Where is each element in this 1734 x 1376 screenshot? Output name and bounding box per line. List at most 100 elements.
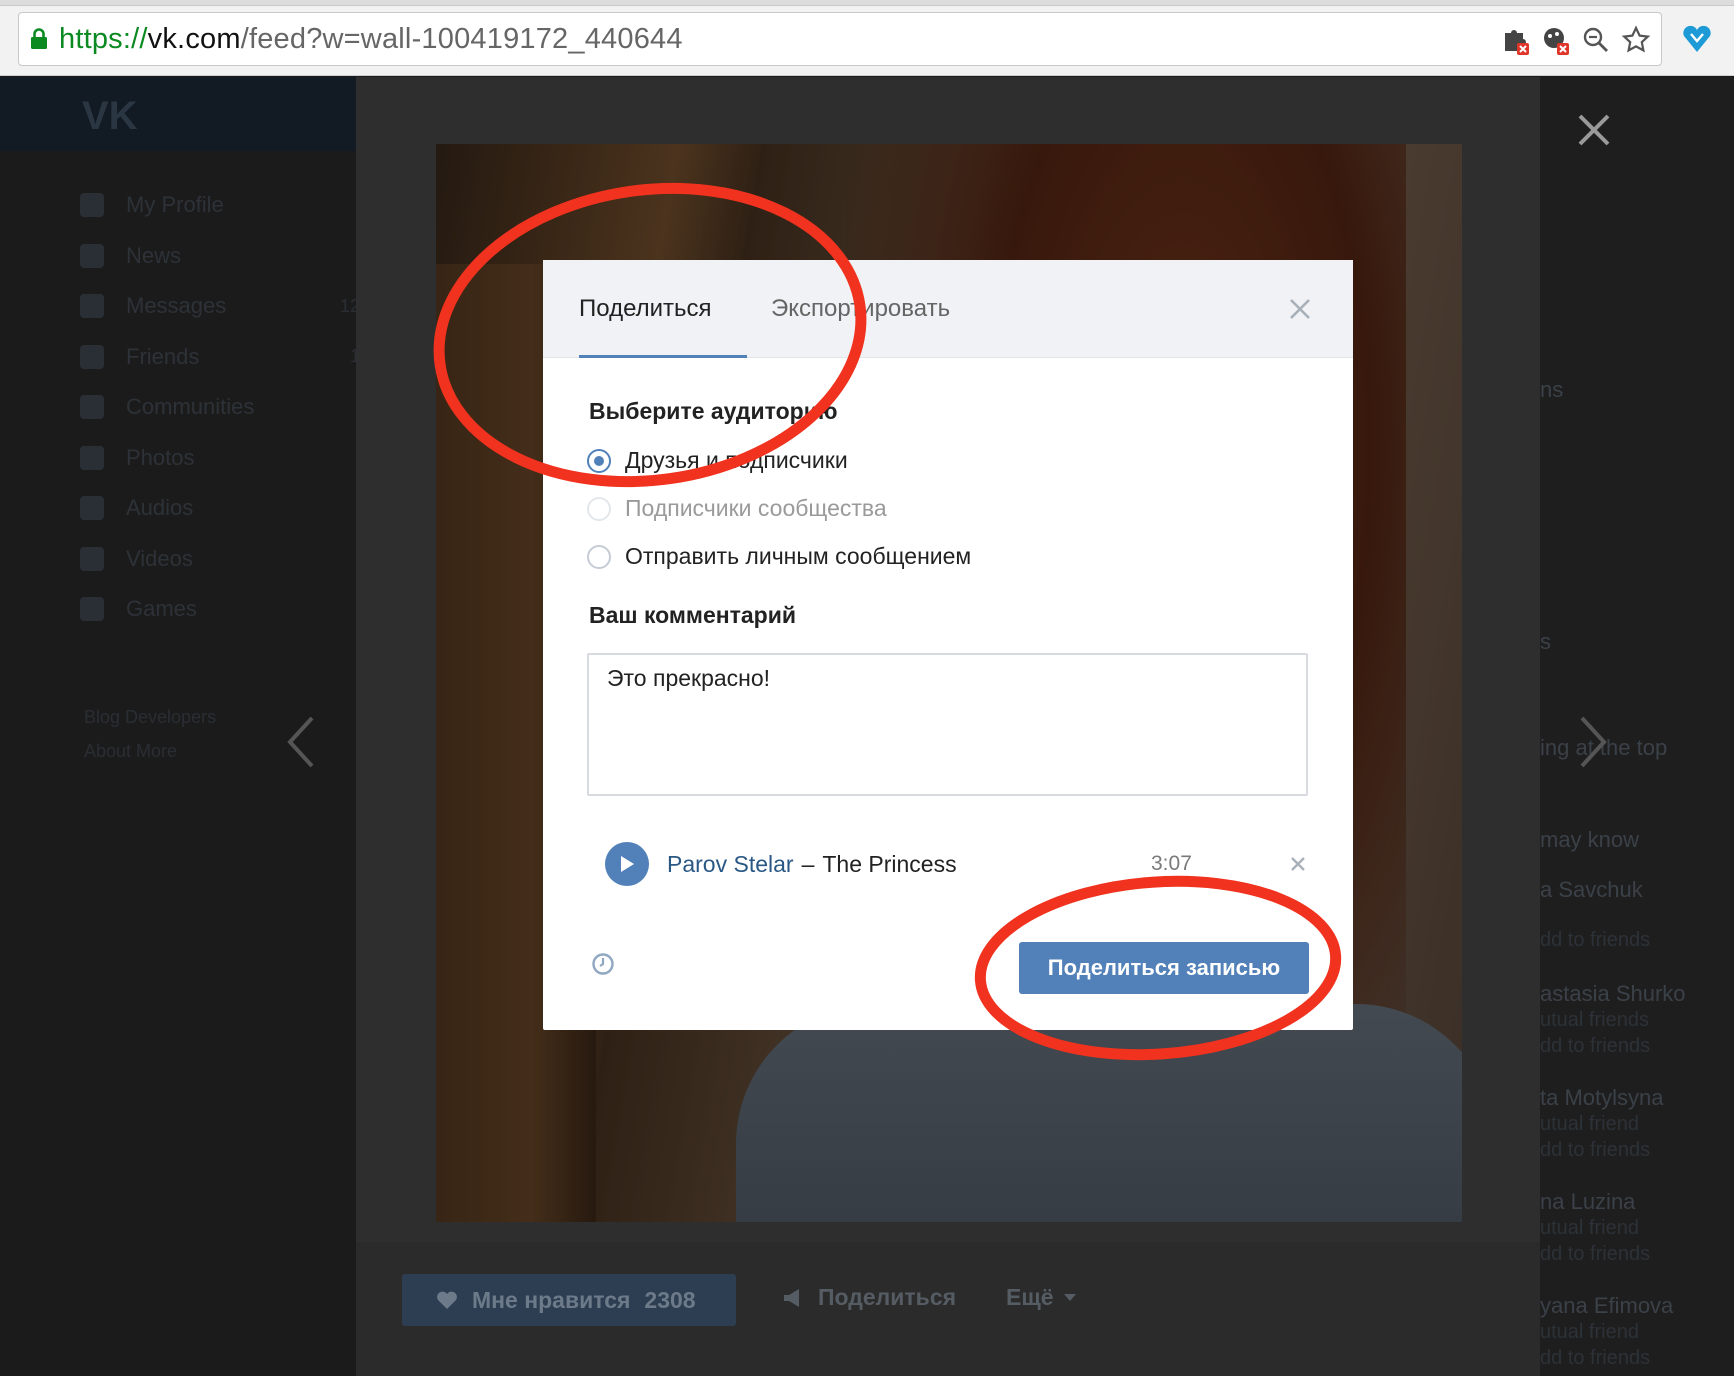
- remove-attachment-icon[interactable]: [1289, 855, 1307, 873]
- close-viewer-icon[interactable]: [1574, 110, 1614, 150]
- megaphone-icon: [784, 1288, 799, 1307]
- suggested-friend-name[interactable]: a Savchuk: [1540, 877, 1643, 903]
- extension-heart-icon[interactable]: [1680, 22, 1714, 56]
- vk-logo[interactable]: VK: [82, 94, 144, 138]
- news-icon: [80, 243, 104, 268]
- extension-blocked-icon[interactable]: [1541, 25, 1571, 55]
- audio-artist-link[interactable]: Parov Stelar: [667, 851, 794, 878]
- audience-option-label: Подписчики сообщества: [625, 495, 887, 521]
- sidebar-item-friends[interactable]: Friends 1: [80, 332, 360, 383]
- sidebar-item-my-profile[interactable]: My Profile: [80, 180, 360, 231]
- extension-blocked-icon[interactable]: [1501, 25, 1531, 55]
- communities-icon: [80, 395, 104, 420]
- audience-option-community: Подписчики сообщества: [587, 495, 887, 522]
- zoom-icon[interactable]: [1581, 25, 1611, 55]
- add-to-friends-link[interactable]: dd to friends: [1540, 1035, 1650, 1058]
- more-button[interactable]: Ещё: [1006, 1284, 1076, 1311]
- tab-strip: [0, 0, 1734, 6]
- audio-duration: 3:07: [1151, 852, 1192, 875]
- url-domain: vk.com: [147, 22, 241, 55]
- more-label: Ещё: [1006, 1284, 1054, 1310]
- mutual-friends-text: utual friends: [1540, 1009, 1649, 1031]
- radio-button-selected[interactable]: [587, 448, 611, 473]
- url-text[interactable]: https://vk.com/feed?w=wall-100419172_440…: [59, 23, 683, 56]
- add-to-friends-link[interactable]: dd to friends: [1540, 929, 1650, 952]
- address-bar[interactable]: https://vk.com/feed?w=wall-100419172_440…: [18, 12, 1662, 66]
- sidebar-item-messages[interactable]: Messages 12: [80, 281, 360, 332]
- add-to-friends-link[interactable]: dd to friends: [1540, 1243, 1650, 1266]
- sidebar-item-audios[interactable]: Audios: [80, 483, 360, 534]
- sidebar-item-communities[interactable]: Communities: [80, 382, 360, 433]
- audience-option-friends[interactable]: Друзья и подписчики: [587, 447, 848, 474]
- sidebar-item-label: Photos: [126, 444, 195, 470]
- profile-icon: [80, 193, 104, 218]
- sidebar-item-label: My Profile: [126, 192, 224, 218]
- heart-icon: [437, 1291, 457, 1309]
- add-to-friends-link[interactable]: dd to friends: [1540, 1347, 1650, 1370]
- comment-title: Ваш комментарий: [589, 602, 797, 628]
- sidebar-item-label: Friends: [126, 343, 200, 369]
- audio-title: The Princess: [822, 850, 957, 877]
- add-to-friends-link[interactable]: dd to friends: [1540, 1139, 1650, 1162]
- chevron-right-icon[interactable]: [1572, 712, 1612, 772]
- sidebar-item-news[interactable]: News: [80, 231, 360, 282]
- audio-dash: –: [801, 850, 815, 877]
- radio-button-disabled: [587, 496, 611, 521]
- dialog-tab-bar: Поделиться Экспортировать: [543, 260, 1353, 358]
- audience-option-private-message[interactable]: Отправить личным сообщением: [587, 543, 971, 570]
- attached-audio: Parov Stelar – The Princess 3:07: [605, 840, 1315, 888]
- audience-option-label: Отправить личным сообщением: [625, 543, 972, 569]
- active-tab-indicator: [579, 355, 747, 358]
- sidebar-item-videos[interactable]: Videos: [80, 534, 360, 585]
- suggested-friend-name[interactable]: na Luzina: [1540, 1189, 1635, 1215]
- share-dialog: Поделиться Экспортировать Выберите аудит…: [543, 260, 1353, 1030]
- people-you-may-know-title: may know: [1540, 827, 1640, 852]
- photos-icon: [80, 445, 104, 470]
- suggested-friend-name[interactable]: ta Motylsyna: [1540, 1085, 1664, 1111]
- like-button[interactable]: Мне нравится 2308: [402, 1274, 736, 1326]
- radio-button[interactable]: [587, 544, 611, 569]
- sidebar-item-games[interactable]: Games: [80, 584, 360, 635]
- sidebar-item-label: Games: [126, 596, 197, 622]
- tab-export[interactable]: Экспортировать: [771, 260, 950, 358]
- mutual-friends-text: utual friend: [1540, 1113, 1639, 1135]
- right-text: s: [1540, 629, 1551, 654]
- bookmark-star-icon[interactable]: [1621, 25, 1651, 55]
- right-sidebar: ns s ing at the top may know a Savchuk d…: [1540, 77, 1734, 1376]
- browser-toolbar: https://vk.com/feed?w=wall-100419172_440…: [0, 0, 1734, 76]
- share-post-submit-button[interactable]: Поделиться записью: [1019, 942, 1309, 994]
- games-icon: [80, 597, 104, 622]
- messages-icon: [80, 294, 104, 319]
- suggested-friend-name[interactable]: astasia Shurko: [1540, 981, 1686, 1007]
- chevron-down-icon: [1063, 1294, 1076, 1301]
- audios-icon: [80, 496, 104, 521]
- sidebar-item-label: Videos: [126, 545, 193, 571]
- mutual-friends-text: utual friend: [1540, 1321, 1639, 1343]
- url-scheme: https://: [59, 22, 148, 55]
- share-label: Поделиться: [818, 1284, 957, 1310]
- close-icon[interactable]: [1287, 296, 1313, 322]
- sidebar-item-label: Communities: [126, 394, 255, 420]
- like-label: Мне нравится: [472, 1286, 631, 1313]
- sidebar-item-photos[interactable]: Photos: [80, 433, 360, 484]
- mutual-friends-text: utual friend: [1540, 1217, 1639, 1239]
- sidebar-item-label: News: [126, 242, 182, 268]
- timer-icon[interactable]: [591, 952, 615, 976]
- sidebar-item-label: Messages: [126, 293, 227, 319]
- friends-icon: [80, 344, 104, 369]
- audience-option-label: Друзья и подписчики: [625, 447, 848, 473]
- share-post-button[interactable]: Поделиться: [782, 1284, 956, 1311]
- suggested-friend-name[interactable]: yana Efimova: [1540, 1293, 1673, 1319]
- comment-textarea[interactable]: Это прекрасно!: [587, 653, 1308, 796]
- videos-icon: [80, 546, 104, 571]
- tab-share[interactable]: Поделиться: [579, 260, 712, 358]
- audience-title: Выберите аудиторию: [589, 398, 838, 424]
- url-path: /feed?w=wall-100419172_440644: [240, 22, 683, 55]
- like-count: 2308: [644, 1286, 696, 1313]
- sidebar-item-label: Audios: [126, 495, 194, 521]
- lock-icon: [19, 12, 59, 66]
- chevron-left-icon[interactable]: [282, 712, 322, 772]
- left-sidebar: My Profile News Messages 12 Friends 1 Comm…: [80, 180, 360, 635]
- play-icon[interactable]: [605, 842, 649, 886]
- right-text: ns: [1540, 377, 1564, 402]
